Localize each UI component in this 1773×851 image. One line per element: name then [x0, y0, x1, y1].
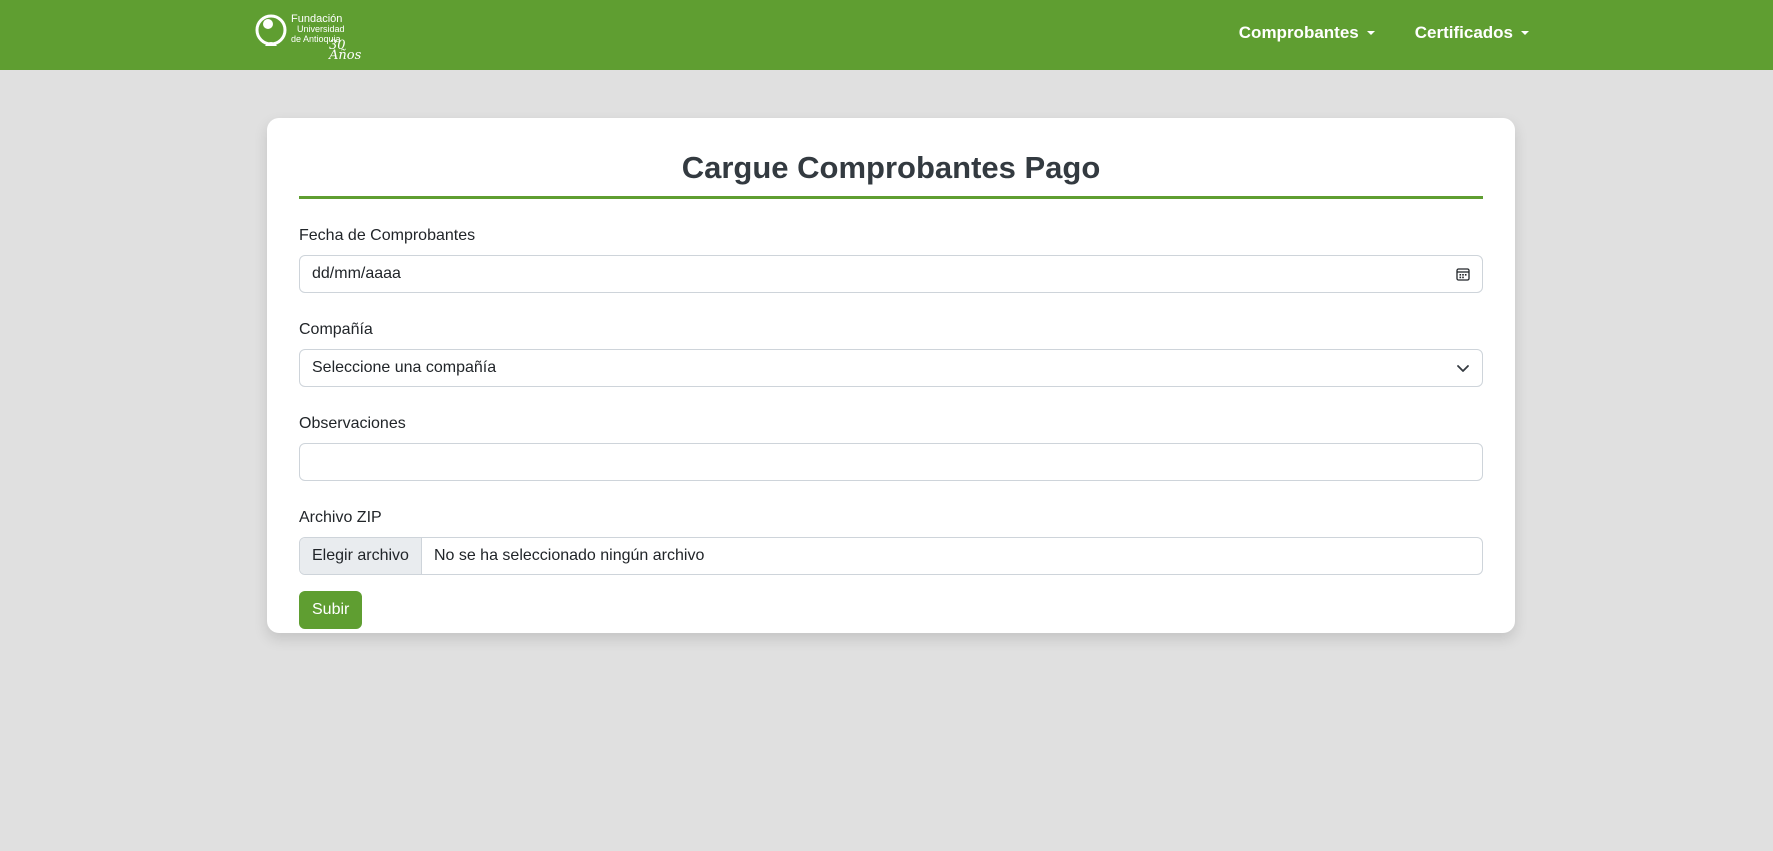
date-placeholder: dd/mm/aaaa [312, 265, 401, 282]
logo-line-1: Fundación [291, 13, 343, 25]
logo-icon [255, 14, 287, 46]
date-label: Fecha de Comprobantes [299, 227, 476, 244]
company-label: Compañía [299, 321, 373, 338]
chevron-down-icon [1456, 363, 1470, 373]
company-selected-value: Seleccione una compañía [312, 359, 497, 376]
choose-file-button[interactable]: Elegir archivo [300, 538, 422, 574]
brand-logo[interactable]: Fundación Universidad de Antioquia 30 Añ… [255, 10, 375, 63]
page-title: Cargue Comprobantes Pago [299, 148, 1483, 199]
caret-down-icon [1366, 31, 1375, 35]
upload-form-card: Cargue Comprobantes Pago Fecha de Compro… [267, 118, 1515, 633]
logo-line-2: Universidad [297, 24, 345, 34]
nav-comprobantes-dropdown[interactable]: Comprobantes [1239, 23, 1375, 43]
zip-file-input[interactable]: Elegir archivo No se ha seleccionado nin… [299, 537, 1483, 575]
notes-input[interactable] [299, 443, 1483, 481]
nav-certificados-dropdown[interactable]: Certificados [1415, 23, 1529, 43]
caret-down-icon [1521, 31, 1529, 35]
nav-comprobantes-label: Comprobantes [1238, 23, 1359, 42]
company-select[interactable]: Seleccione una compañía [299, 349, 1483, 387]
top-navbar: Fundación Universidad de Antioquia 30 Añ… [0, 0, 1773, 70]
logo-line-4: 30 Años [329, 38, 362, 63]
date-input[interactable]: dd/mm/aaaa [299, 255, 1483, 293]
zip-label: Archivo ZIP [299, 509, 382, 526]
logo-text: Fundación Universidad de Antioquia 30 Añ… [291, 10, 375, 63]
file-status-text: No se ha seleccionado ningún archivo [433, 547, 705, 564]
calendar-icon[interactable] [1456, 267, 1470, 281]
nav-certificados-label: Certificados [1414, 23, 1513, 42]
notes-label: Observaciones [299, 415, 406, 432]
submit-button[interactable]: Subir [299, 591, 363, 629]
nav-menu: Comprobantes Certificados [1239, 0, 1529, 66]
